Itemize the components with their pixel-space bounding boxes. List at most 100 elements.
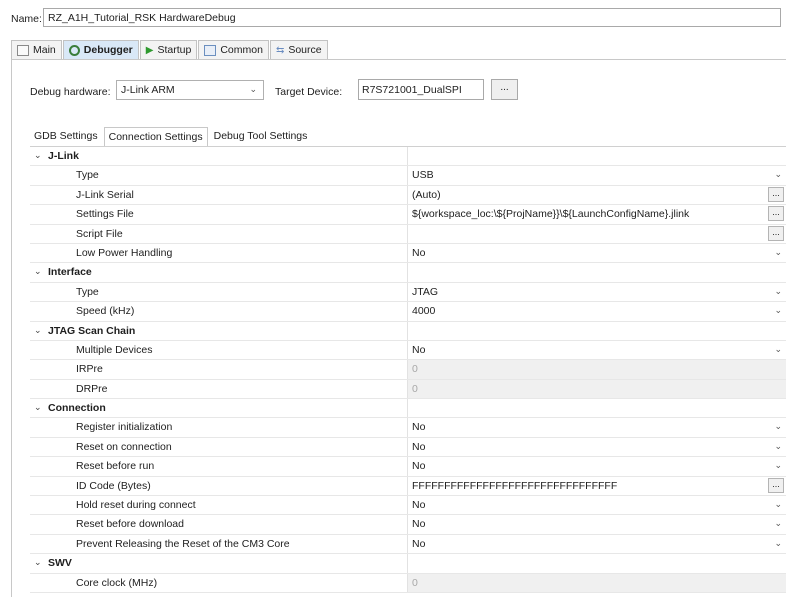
category-row[interactable]: ⌄ Connection [30, 399, 786, 419]
property-row: DRPre 0 [30, 379, 786, 400]
browse-button[interactable]: ... [768, 186, 784, 202]
tab-common-label: Common [220, 44, 263, 56]
tab-common[interactable]: Common [198, 40, 269, 59]
category-row[interactable]: ⌄ J-Link [30, 147, 786, 167]
property-value[interactable]: (Auto) [412, 189, 762, 201]
category-label: J-Link [48, 150, 79, 162]
category-label: Interface [48, 266, 92, 279]
property-label: Script File [76, 227, 123, 240]
chevron-down-icon[interactable]: ⌄ [34, 325, 42, 336]
category-label: Connection [48, 402, 106, 415]
source-tab-icon: ⇆ [275, 44, 285, 56]
property-value[interactable]: No [412, 344, 762, 356]
property-label: Reset before run [76, 460, 155, 473]
dropdown-arrow-icon[interactable]: ⌄ [774, 499, 782, 510]
browse-button[interactable]: ... [768, 206, 784, 222]
tab-source[interactable]: ⇆ Source [269, 40, 328, 59]
property-label: Low Power Handling [76, 246, 173, 259]
tab-debug-tool-settings[interactable]: Debug Tool Settings [210, 127, 312, 146]
tab-startup-label: Startup [157, 44, 192, 56]
debugger-tab-icon [68, 44, 80, 56]
property-label: Reset before download [76, 518, 184, 531]
property-label: Reset on connection [76, 440, 172, 453]
tab-main-label: Main [33, 44, 56, 56]
property-row: Reset on connection No ⌄ [30, 437, 786, 458]
browse-button[interactable]: ... [768, 477, 784, 493]
property-value[interactable]: JTAG [412, 286, 762, 298]
tab-source-label: Source [288, 44, 322, 56]
property-label: Speed (kHz) [76, 305, 135, 318]
dropdown-arrow-icon[interactable]: ⌄ [774, 247, 782, 258]
category-row[interactable]: ⌄ SWV [30, 554, 786, 574]
property-row: Core clock (MHz) 0 [30, 573, 786, 593]
property-value[interactable]: No [412, 460, 762, 472]
property-row: Settings File ${workspace_loc:\${ProjName… [30, 205, 786, 225]
target-device-label: Target Device: [275, 86, 343, 98]
property-value[interactable]: No [412, 441, 762, 453]
property-label: ID Code (Bytes) [76, 479, 151, 492]
property-row: IRPre 0 [30, 360, 786, 380]
property-value[interactable]: No [412, 421, 762, 433]
dropdown-arrow-icon[interactable]: ⌄ [774, 344, 782, 355]
debug-hardware-label: Debug hardware: [30, 86, 111, 98]
target-device-browse-button[interactable]: ... [491, 79, 518, 100]
chevron-down-icon[interactable]: ⌄ [34, 557, 42, 568]
property-label: DRPre [76, 382, 108, 395]
dropdown-arrow-icon[interactable]: ⌄ [774, 286, 782, 297]
property-value: 0 [412, 576, 418, 589]
property-value[interactable]: USB [412, 169, 762, 181]
chevron-down-icon[interactable]: ⌄ [34, 266, 42, 277]
debug-hardware-value: J-Link ARM [121, 84, 175, 96]
property-value[interactable]: No [412, 499, 762, 511]
property-row: Low Power Handling No ⌄ [30, 243, 786, 264]
chevron-down-icon[interactable]: ⌄ [34, 150, 42, 161]
property-row: Prevent Releasing the Reset of the CM3 C… [30, 534, 786, 555]
tab-main[interactable]: Main [11, 40, 62, 59]
property-row: Reset before download No ⌄ [30, 515, 786, 535]
chevron-down-icon[interactable]: ⌄ [34, 402, 42, 413]
tab-gdb-settings[interactable]: GDB Settings [30, 127, 102, 146]
debug-hardware-combo[interactable]: J-Link ARM ⌄ [116, 80, 264, 100]
property-row: ID Code (Bytes) FFFFFFFFFFFFFFFFFFFFFFFFF… [30, 476, 786, 497]
tab-connection-settings[interactable]: Connection Settings [103, 127, 208, 146]
dropdown-arrow-icon[interactable]: ⌄ [774, 441, 782, 452]
property-value[interactable]: FFFFFFFFFFFFFFFFFFFFFFFFFFFFFFFF [412, 480, 762, 492]
tab-debugger[interactable]: Debugger [62, 40, 139, 59]
property-label: IRPre [76, 363, 103, 376]
property-value: 0 [412, 382, 418, 395]
property-name-cell [30, 147, 408, 166]
property-label: Core clock (MHz) [76, 576, 158, 589]
settings-subtabs: GDB Settings Connection Settings Debug T… [30, 127, 313, 146]
dropdown-arrow-icon[interactable]: ⌄ [774, 305, 782, 316]
category-label: SWV [48, 557, 72, 570]
property-row: J-Link Serial (Auto)... [30, 185, 786, 206]
browse-button[interactable]: ... [768, 225, 784, 241]
name-input[interactable]: RZ_A1H_Tutorial_RSK HardwareDebug [43, 8, 781, 27]
common-tab-icon [204, 44, 217, 56]
property-row: Script File... [30, 224, 786, 244]
name-label: Name: [11, 13, 42, 25]
property-label: Type [76, 169, 99, 182]
property-row: Register initialization No ⌄ [30, 418, 786, 438]
property-value[interactable]: No [412, 518, 762, 530]
property-value[interactable]: No [412, 538, 762, 550]
property-row: Multiple Devices No ⌄ [30, 340, 786, 361]
dropdown-arrow-icon[interactable]: ⌄ [774, 460, 782, 471]
property-label: J-Link Serial [76, 188, 134, 201]
property-value[interactable]: No [412, 247, 762, 259]
category-row[interactable]: ⌄ JTAG Scan Chain [30, 321, 786, 341]
property-label: Settings File [76, 208, 134, 221]
dropdown-arrow-icon[interactable]: ⌄ [774, 421, 782, 432]
dropdown-arrow-icon[interactable]: ⌄ [774, 518, 782, 529]
dropdown-arrow-icon[interactable]: ⌄ [774, 169, 782, 180]
target-device-input[interactable]: R7S721001_DualSPI [358, 79, 484, 100]
main-tab-icon [17, 44, 29, 56]
property-value[interactable]: ${workspace_loc:\${ProjName}}\${LaunchCo… [412, 208, 762, 220]
category-row[interactable]: ⌄ Interface [30, 263, 786, 283]
property-row: Type USB ⌄ [30, 166, 786, 186]
tab-startup[interactable]: ▶ Startup [139, 40, 198, 59]
dropdown-arrow-icon[interactable]: ⌄ [774, 538, 782, 549]
property-label: Hold reset during connect [76, 499, 196, 512]
property-value[interactable]: 4000 [412, 305, 762, 317]
startup-tab-icon: ▶ [145, 44, 154, 56]
